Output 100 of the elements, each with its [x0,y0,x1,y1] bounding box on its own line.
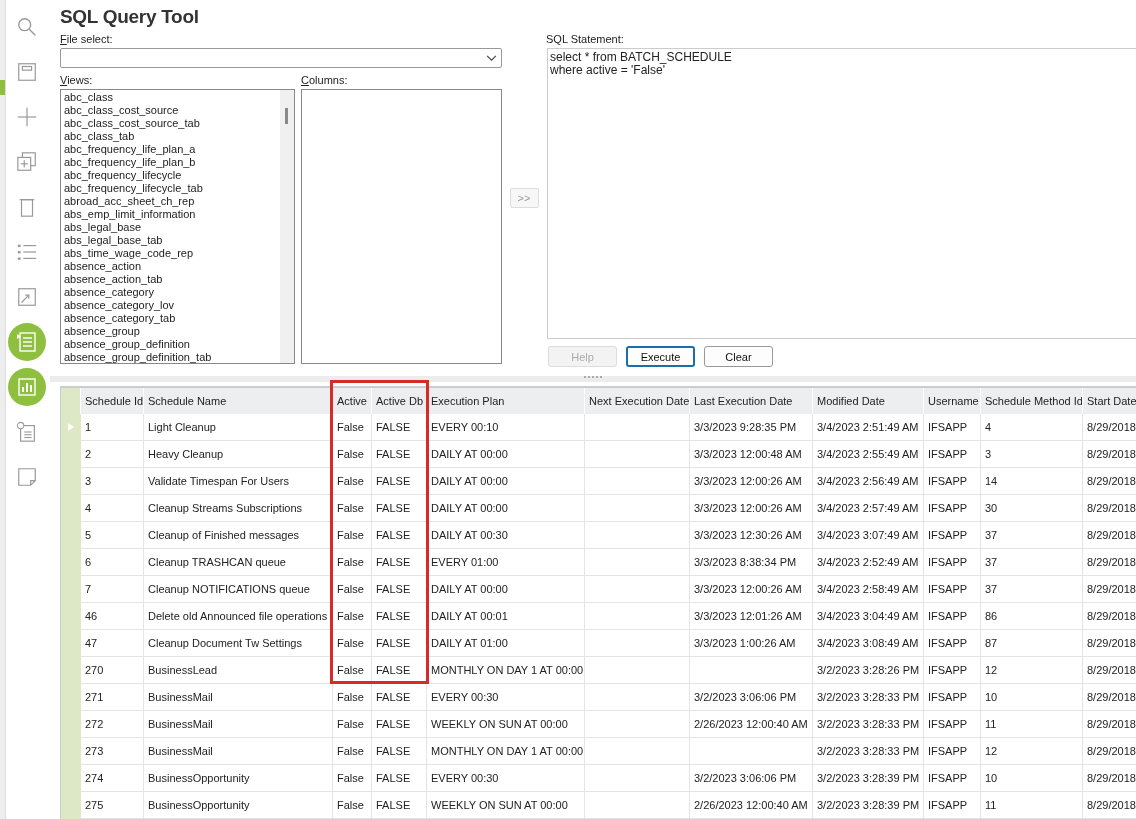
column-header[interactable]: Schedule Method Id [981,388,1083,414]
table-cell: EVERY 00:30 [427,684,585,711]
sql-field[interactable]: select * from BATCH_SCHEDULE where active = 'False' [547,48,1136,340]
views-label: Views: [60,73,94,88]
table-cell: False [333,657,372,684]
column-header[interactable]: Last Execution Date [690,388,813,414]
search-icon[interactable] [16,16,38,38]
plus-icon[interactable] [16,106,38,128]
view-item[interactable]: abc_frequency_life_plan_a [64,143,277,157]
view-item[interactable]: absence_category_lov [64,299,277,313]
view-item[interactable]: abs_legal_base_tab [64,234,277,248]
table-cell: BusinessMail [144,711,333,738]
view-item[interactable]: abc_class_tab [64,130,277,144]
view-item[interactable]: absence_category [64,286,277,300]
table-cell: False [333,495,372,522]
splitter-handle[interactable] [50,376,1136,382]
view-item[interactable]: absence_action [64,260,277,274]
external-link-icon[interactable] [16,286,38,308]
table-cell: False [333,576,372,603]
action-button[interactable]: Clear [704,346,773,368]
bar-chart-icon[interactable] [8,368,46,406]
table-cell: DAILY AT 00:00 [427,495,585,522]
view-item[interactable]: absence_group_definition [64,338,277,352]
table-cell: IFSAPP [924,603,981,630]
table-cell: EVERY 01:00 [427,549,585,576]
columns-label: Columns: [301,73,349,88]
view-item[interactable]: absence_category_tab [64,312,277,326]
duplicate-icon[interactable] [16,151,38,173]
row-header[interactable] [61,792,81,819]
table-cell: BusinessOpportunity [144,792,333,819]
table-cell: 3/4/2023 2:58:49 AM [813,576,924,603]
view-item[interactable]: abs_time_wage_code_rep [64,247,277,261]
table-cell: 37 [981,522,1083,549]
view-item[interactable]: absence_group [64,325,277,339]
table-cell: 8/29/2018 [1083,657,1136,684]
action-button[interactable]: Execute [626,346,695,368]
column-header[interactable]: Start Date [1083,388,1136,414]
table-cell: IFSAPP [924,522,981,549]
view-item[interactable]: abroad_acc_sheet_ch_rep [64,195,277,209]
table-cell: 30 [981,495,1083,522]
view-item[interactable]: absence_group_definition_tab [64,351,277,364]
table-cell: 8/29/2018 [1083,684,1136,711]
table-cell: 3/2/2023 3:28:33 PM [813,711,924,738]
table-cell: 3/2/2023 3:06:06 PM [690,765,813,792]
column-header[interactable]: Active [333,388,372,414]
table-cell: 2/26/2023 12:00:40 AM [690,792,813,819]
table-cell: 4 [981,414,1083,441]
table-cell: Delete old Announced file operations [144,603,333,630]
table-cell: 272 [81,711,144,738]
table-cell: 86 [981,603,1083,630]
table-cell: Light Cleanup [144,414,333,441]
view-item[interactable]: abs_legal_base [64,221,277,235]
table-cell: IFSAPP [924,576,981,603]
table-cell: 8/29/2018 [1083,630,1136,657]
table-cell: 3/2/2023 3:28:39 PM [813,765,924,792]
scrollbar[interactable] [280,90,294,364]
note-icon[interactable] [16,466,38,488]
table-cell: 8/29/2018 [1083,414,1136,441]
info-document-icon[interactable] [16,421,38,443]
table-cell: DAILY AT 00:00 [427,441,585,468]
view-item[interactable]: absence_action_tab [64,273,277,287]
table-cell: 274 [81,765,144,792]
column-header[interactable]: Username [924,388,981,414]
view-item[interactable]: abc_frequency_lifecycle [64,169,277,183]
table-cell: FALSE [372,468,427,495]
table-cell: 3/2/2023 3:28:33 PM [813,684,924,711]
document-list-icon[interactable] [8,323,46,361]
table-cell: 8/29/2018 [1083,765,1136,792]
view-item[interactable]: abc_class_cost_source [64,104,277,118]
table-cell: DAILY AT 00:30 [427,522,585,549]
column-header[interactable]: Schedule Name [144,388,333,414]
table-cell: IFSAPP [924,630,981,657]
column-header[interactable]: Execution Plan [427,388,585,414]
table-cell: 8/29/2018 [1083,738,1136,765]
column-header[interactable]: Schedule Id [81,388,144,414]
table-cell: 37 [981,576,1083,603]
column-header[interactable]: Active Db [372,388,427,414]
column-header[interactable]: Next Execution Date [585,388,690,414]
table-cell: 3 [981,441,1083,468]
view-item[interactable]: abc_frequency_lifecycle_tab [64,182,277,196]
table-cell: MONTHLY ON DAY 1 AT 00:00 [427,738,585,765]
view-item[interactable]: abc_frequency_life_plan_b [64,156,277,170]
table-cell: WEEKLY ON SUN AT 00:00 [427,792,585,819]
table-cell: FALSE [372,603,427,630]
table-cell: 87 [981,630,1083,657]
save-icon[interactable] [16,61,38,83]
page-title: SQL Query Tool [60,6,200,29]
table-cell: 6 [81,549,144,576]
table-cell: False [333,711,372,738]
table-cell: 3 [81,468,144,495]
view-item[interactable]: abs_emp_limit_information [64,208,277,222]
column-header[interactable]: Modified Date [813,388,924,414]
table-cell: 3/2/2023 3:28:26 PM [813,657,924,684]
view-item[interactable]: abc_class_cost_source_tab [64,117,277,131]
view-item[interactable]: abc_class [64,91,277,105]
table-cell: 3/3/2023 1:00:26 AM [690,630,813,657]
file-select-dropdown[interactable] [60,48,502,69]
table-cell: 3/3/2023 9:28:35 PM [690,414,813,441]
table-cell: 3/3/2023 12:01:26 AM [690,603,813,630]
table-cell: False [333,738,372,765]
